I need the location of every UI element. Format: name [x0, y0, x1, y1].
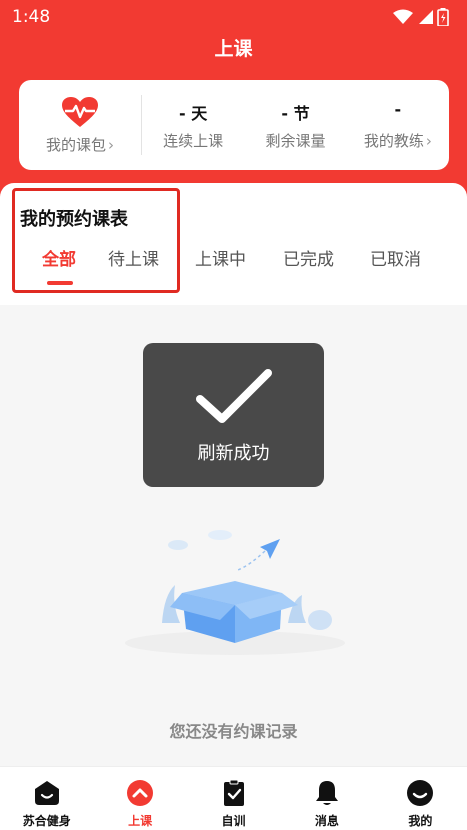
class-icon	[127, 780, 154, 806]
chevron-right-icon: ›	[108, 135, 114, 154]
tabbar-item-class[interactable]: 上课	[93, 767, 186, 830]
stat-remaining-classes: - 节 剩余课量	[244, 80, 346, 170]
tabbar-item-home[interactable]: 苏合健身	[0, 767, 93, 830]
bell-icon	[315, 781, 338, 805]
my-coach-button[interactable]: - 我的教练 ›	[347, 80, 449, 170]
tabbar-item-self-training[interactable]: 自训	[187, 767, 280, 830]
tabbar-label: 消息	[314, 814, 339, 828]
stat-label: 连续上课	[163, 131, 224, 150]
toast: 刷新成功	[143, 343, 324, 487]
tab-cancelled[interactable]: 已取消	[370, 245, 421, 270]
home-icon	[34, 781, 59, 805]
empty-box-illustration	[125, 530, 345, 655]
status-bar: 1:48	[0, 0, 467, 34]
status-icons	[393, 8, 449, 26]
tabbar-label: 我的	[408, 814, 433, 828]
stat-label-row: 我的教练 ›	[364, 130, 432, 151]
tabbar-item-profile[interactable]: 我的	[374, 767, 467, 830]
checkmark-icon	[195, 369, 272, 423]
tabbar-label: 上课	[128, 814, 153, 828]
tabbar-item-messages[interactable]: 消息	[280, 767, 373, 830]
wifi-icon	[393, 9, 413, 24]
profile-icon	[407, 780, 434, 806]
empty-state-text: 您还没有约课记录	[169, 722, 298, 741]
bottom-tab-bar: 苏合健身 上课 自训 消息 我的	[0, 766, 467, 830]
status-time: 1:48	[12, 7, 51, 27]
bookings-section: 我的预约课表 全部 待上课 上课中 已完成 已取消	[0, 183, 467, 305]
tabbar-label: 苏合健身	[22, 814, 71, 828]
highlight-box	[12, 188, 180, 293]
signal-icon	[419, 10, 433, 24]
stat-label: 剩余课量	[265, 131, 326, 150]
toast-text: 刷新成功	[197, 443, 270, 464]
stat-consecutive-days: - 天 连续上课	[142, 80, 244, 170]
stats-card: 我的课包 › - 天 连续上课 - 节 剩余课量 - 我的教练 ›	[19, 80, 449, 170]
my-package-text: 我的课包	[45, 135, 106, 154]
my-package-label: 我的课包 ›	[46, 134, 114, 155]
my-package-button[interactable]: 我的课包 ›	[19, 80, 141, 170]
stat-value: - 天	[179, 103, 208, 123]
page-title: 上课	[214, 38, 253, 60]
stat-value: - 节	[281, 103, 310, 123]
stat-value: -	[394, 99, 402, 119]
stat-label: 我的教练	[363, 131, 424, 150]
tabbar-label: 自训	[221, 814, 246, 828]
chevron-right-icon: ›	[425, 131, 432, 150]
tab-in-class[interactable]: 上课中	[195, 245, 246, 270]
clipboard-check-icon	[223, 779, 244, 806]
battery-icon	[437, 8, 449, 26]
tab-completed[interactable]: 已完成	[283, 245, 334, 270]
heart-pulse-icon	[62, 96, 98, 127]
